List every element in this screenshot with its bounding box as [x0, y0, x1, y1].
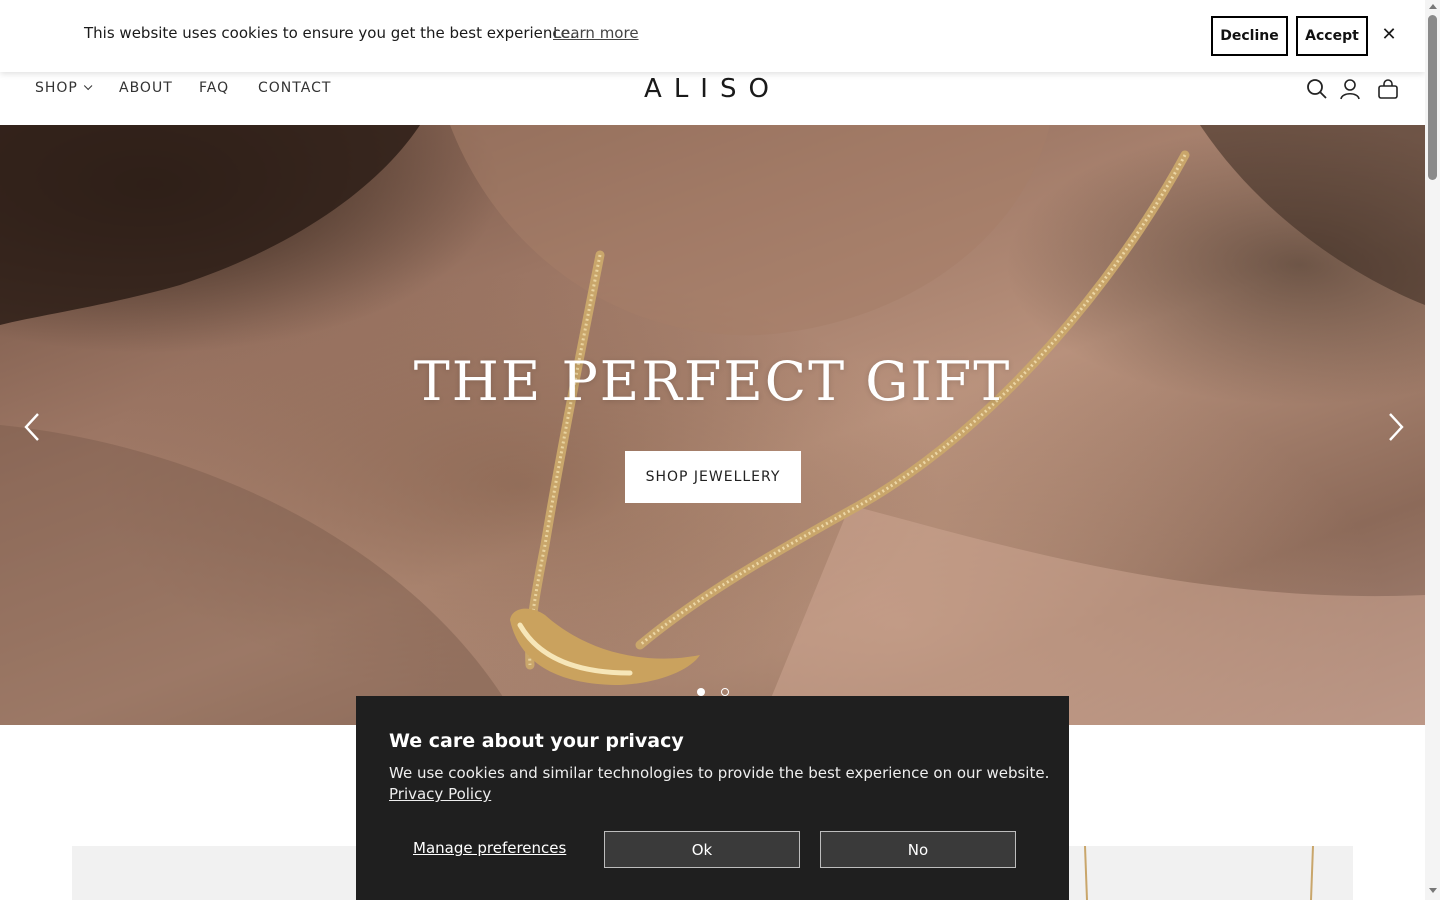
site-header: SHOP ABOUT FAQ CONTACT ALISO [0, 72, 1425, 125]
nav-contact[interactable]: CONTACT [258, 80, 331, 96]
search-icon[interactable] [1306, 78, 1328, 100]
account-icon[interactable] [1339, 78, 1361, 100]
hero-slideshow: THE PERFECT GIFT SHOP JEWELLERY [0, 125, 1425, 725]
privacy-dialog: We care about your privacy We use cookie… [356, 696, 1069, 900]
logo[interactable]: ALISO [620, 74, 805, 104]
privacy-text: We use cookies and similar technologies … [389, 764, 1050, 782]
close-icon[interactable]: ✕ [1380, 24, 1398, 46]
nav-about[interactable]: ABOUT [119, 80, 173, 96]
privacy-title: We care about your privacy [389, 730, 684, 752]
nav-faq[interactable]: FAQ [199, 80, 229, 96]
decline-button[interactable]: Decline [1211, 16, 1288, 56]
scrollbar[interactable] [1425, 0, 1440, 900]
scrollbar-thumb[interactable] [1428, 15, 1437, 180]
shop-jewellery-button[interactable]: SHOP JEWELLERY [625, 451, 801, 503]
slide-dot-2[interactable] [721, 688, 729, 696]
product-image [1084, 846, 1314, 900]
chevron-left-icon[interactable] [18, 410, 48, 444]
manage-preferences-link[interactable]: Manage preferences [413, 839, 566, 857]
cookie-message: This website uses cookies to ensure you … [84, 24, 575, 42]
hero-title: THE PERFECT GIFT [413, 350, 1012, 413]
accept-button[interactable]: Accept [1296, 16, 1368, 56]
cookie-banner: This website uses cookies to ensure you … [0, 0, 1425, 72]
scroll-up-icon[interactable] [1429, 4, 1437, 9]
ok-button[interactable]: Ok [604, 831, 800, 868]
chevron-down-icon [83, 81, 93, 91]
hero-image [0, 125, 1425, 725]
scroll-down-icon[interactable] [1429, 888, 1437, 893]
no-button[interactable]: No [820, 831, 1016, 868]
learn-more-link[interactable]: Learn more [553, 24, 639, 42]
chevron-right-icon[interactable] [1380, 410, 1410, 444]
nav-shop-label: SHOP [35, 80, 78, 96]
slide-dot-1[interactable] [697, 688, 705, 696]
nav-shop[interactable]: SHOP [35, 80, 93, 96]
privacy-policy-link[interactable]: Privacy Policy [389, 785, 491, 803]
bag-icon[interactable] [1377, 78, 1399, 100]
